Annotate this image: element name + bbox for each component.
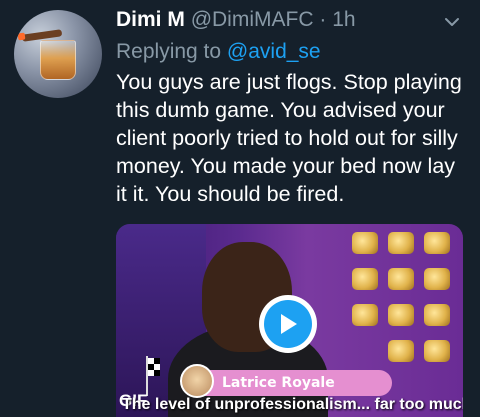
whiskey-glass-graphic (40, 40, 76, 80)
play-icon (281, 314, 297, 334)
cigar-tip-graphic (17, 32, 26, 41)
avatar[interactable] (14, 10, 102, 98)
tweet-header: Dimi M @DimiMAFC · 1h (116, 8, 356, 32)
reply-context: Replying to @avid_se (116, 40, 321, 64)
checkered-flag-icon (146, 356, 160, 396)
gif-caption: The level of unprofessionalism... far to… (122, 396, 463, 413)
reply-handle-link[interactable]: @avid_se (227, 40, 321, 63)
gif-media[interactable]: Latrice Royale GIF The level of unprofes… (116, 224, 463, 417)
nameplate-portrait (180, 364, 214, 398)
stage-lights (352, 232, 462, 382)
separator-dot: · (319, 8, 327, 31)
chevron-down-icon[interactable] (444, 14, 460, 30)
play-icon-circle (264, 300, 312, 348)
play-button[interactable] (259, 295, 317, 353)
timestamp[interactable]: 1h (332, 8, 355, 31)
tweet-text: You guys are just flogs. Stop playing th… (116, 70, 462, 206)
nameplate-text: Latrice Royale (222, 375, 335, 391)
user-handle[interactable]: @DimiMAFC (191, 8, 314, 31)
display-name[interactable]: Dimi M (116, 8, 185, 31)
reply-prefix: Replying to (116, 40, 222, 63)
